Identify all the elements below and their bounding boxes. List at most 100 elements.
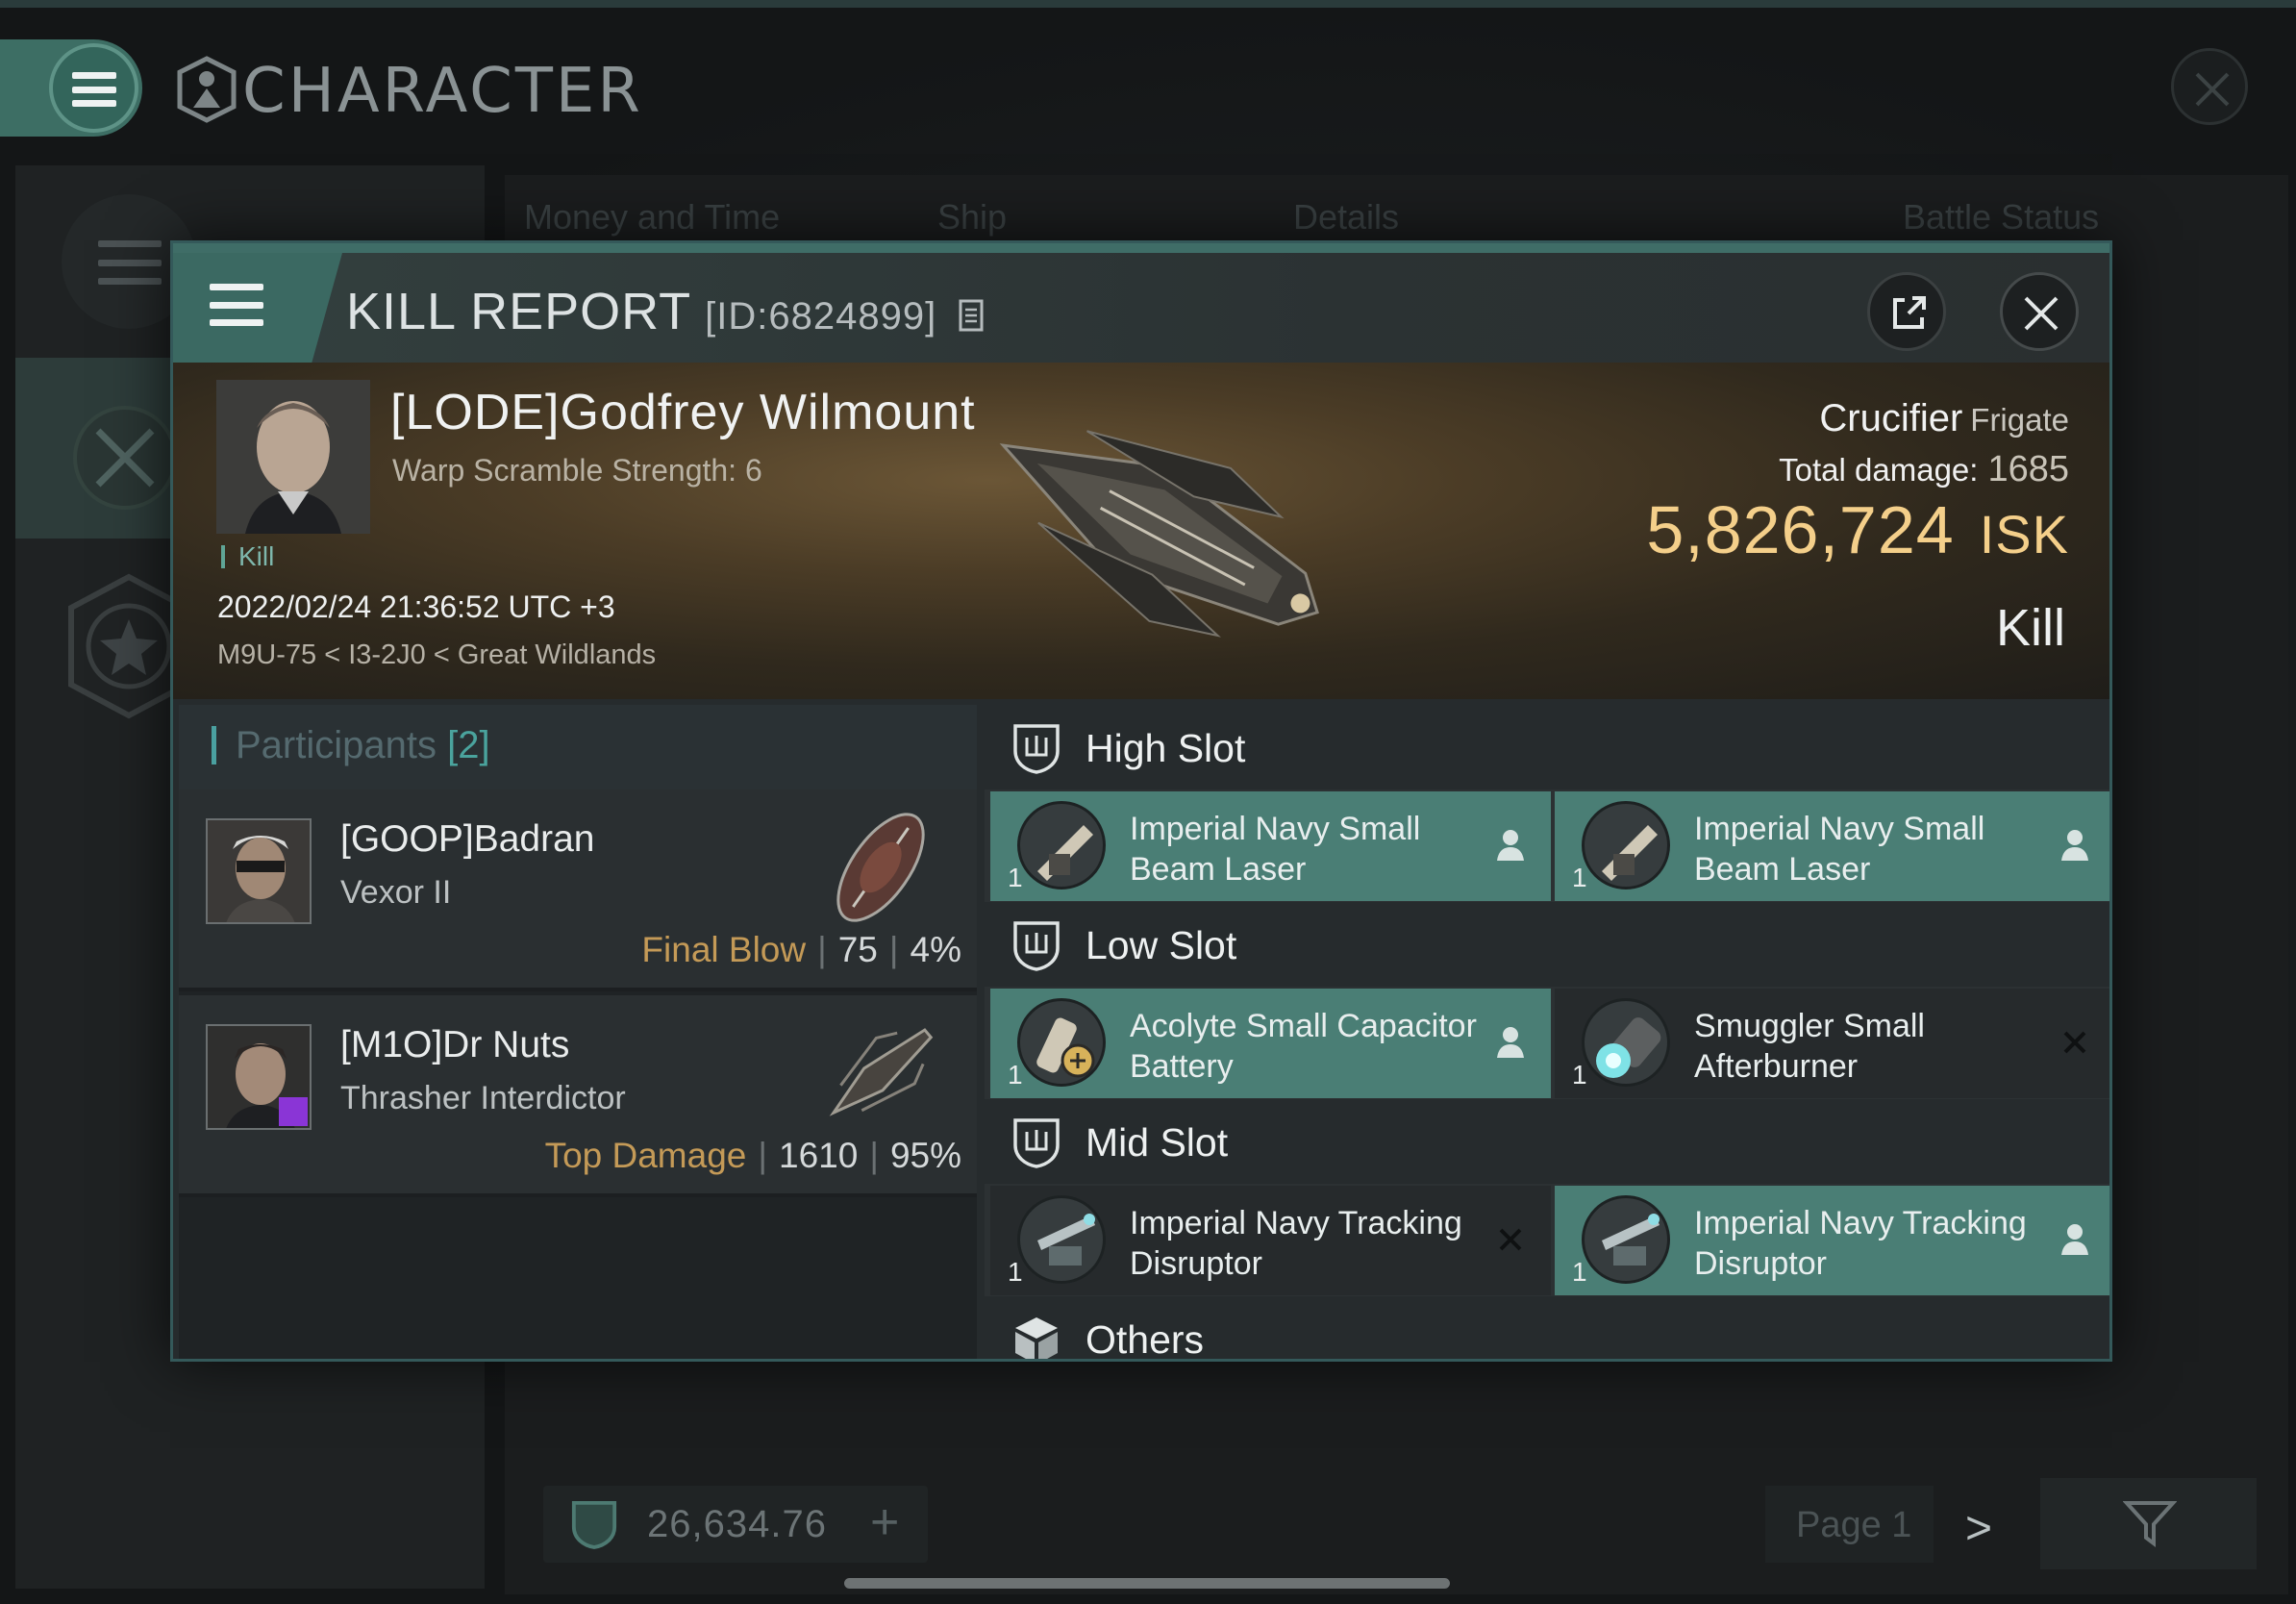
kill-tag: Kill — [221, 543, 274, 570]
copy-icon[interactable] — [958, 298, 985, 333]
x-mark-icon — [2063, 1031, 2086, 1054]
ship-name[interactable]: Crucifier — [1819, 397, 1962, 439]
person-icon — [1497, 1027, 1524, 1058]
avatar[interactable] — [206, 1024, 312, 1130]
participant-stats: Top Damage | 1610 | 95% — [544, 1136, 961, 1175]
page-indicator: Page 1 — [1765, 1486, 1934, 1563]
kill-report-title-text: KILL REPORT — [346, 283, 692, 340]
module-item[interactable]: 1 Imperial Navy Tracking Disruptor — [990, 1186, 1551, 1295]
shield-slot-icon — [571, 1500, 617, 1549]
participant-name[interactable]: [GOOP]Badran — [340, 818, 594, 861]
participant-row[interactable]: [GOOP]Badran Vexor II Final Blow | 75 | 4% — [179, 789, 977, 991]
screen-close-button[interactable] — [2171, 48, 2248, 125]
high-slot-header: High Slot — [985, 705, 2109, 789]
ship-type: Crucifier Frigate — [1819, 397, 2069, 440]
module-name: Imperial Navy Tracking Disruptor — [1694, 1205, 2027, 1282]
victim-ship-image — [999, 430, 1319, 638]
shield-slot-icon — [1013, 724, 1060, 774]
slot-label: Low Slot — [1086, 923, 1237, 967]
module-quantity: 1 — [1008, 1060, 1023, 1090]
tab-details[interactable]: Details — [1293, 197, 1399, 238]
module-quantity: 1 — [1572, 863, 1587, 892]
kill-report-header: KILL REPORT [ID:6824899] — [173, 243, 2109, 363]
kill-datetime: 2022/02/24 21:36:52 UTC +3 — [217, 589, 615, 624]
x-mark-icon — [1499, 1228, 1522, 1251]
share-button[interactable] — [1867, 272, 1946, 351]
module-quantity: 1 — [1572, 1060, 1587, 1090]
slot-label: Others — [1086, 1317, 1205, 1362]
tracking-disruptor-icon — [1017, 1195, 1106, 1284]
wallet-value: 26,634.76 — [647, 1503, 827, 1545]
kill-location[interactable]: M9U-75 < I3-2J0 < Great Wildlands — [217, 639, 656, 671]
person-icon — [1497, 830, 1524, 861]
participant-name[interactable]: [M1O]Dr Nuts — [340, 1024, 569, 1066]
slot-label: High Slot — [1086, 726, 1246, 770]
person-icon — [2061, 830, 2088, 861]
participants-header: Participants [2] — [179, 705, 977, 789]
participant-percent: 95% — [889, 1136, 961, 1175]
chevron-right-icon[interactable]: > — [1965, 1502, 1992, 1555]
module-name: Acolyte Small Capacitor Battery — [1130, 1008, 1477, 1085]
kill-report-dialog: KILL REPORT [ID:6824899] [LODE]Godfrey W… — [170, 240, 2112, 1362]
module-item[interactable]: 1 Imperial Navy Small Beam Laser — [990, 791, 1551, 901]
tab-battle-status[interactable]: Battle Status — [1903, 197, 2099, 238]
tab-money-and-time[interactable]: Money and Time — [524, 197, 780, 238]
others-header: Others — [985, 1296, 2109, 1362]
menu-icon — [210, 284, 263, 326]
avatar[interactable] — [206, 818, 312, 924]
capacitor-battery-icon — [1017, 998, 1106, 1087]
beam-laser-icon — [1017, 801, 1106, 890]
participant-ship-image — [829, 1028, 934, 1116]
kill-report-title: KILL REPORT [ID:6824899] — [346, 282, 985, 341]
total-damage-value: 1685 — [1987, 449, 2069, 489]
afterburner-icon — [1582, 998, 1670, 1087]
participant-percent: 4% — [910, 930, 961, 969]
module-name: Imperial Navy Tracking Disruptor — [1130, 1205, 1462, 1282]
crossed-swords-icon — [73, 406, 177, 510]
victim-name[interactable]: [LODE]Godfrey Wilmount — [390, 384, 976, 441]
top-divider — [0, 0, 2296, 8]
participant-stats: Final Blow | 75 | 4% — [641, 930, 961, 969]
page-label: Page 1 — [1796, 1505, 1912, 1545]
kill-report-menu-button[interactable] — [173, 253, 342, 363]
victim-portrait[interactable] — [216, 380, 370, 534]
module-item[interactable]: 1 Smuggler Small Afterburner — [1555, 989, 2109, 1098]
module-item[interactable]: 1 Imperial Navy Small Beam Laser — [1555, 791, 2109, 901]
participants-count: [2] — [447, 724, 490, 766]
module-item[interactable]: 1 Acolyte Small Capacitor Battery — [990, 989, 1551, 1098]
fittings-panel: High Slot 1 Imperial Navy Small Beam Las… — [985, 705, 2109, 1362]
module-quantity: 1 — [1572, 1257, 1587, 1287]
plus-icon[interactable]: + — [870, 1493, 899, 1551]
character-icon — [177, 56, 237, 123]
tab-ship[interactable]: Ship — [937, 197, 1007, 238]
filter-button[interactable] — [2040, 1478, 2257, 1569]
isk-unit: ISK — [1979, 504, 2069, 564]
person-icon — [2061, 1224, 2088, 1255]
filter-icon — [2123, 1501, 2177, 1547]
close-icon — [2195, 72, 2230, 107]
character-screen: CHARACTER Money and Time Ship Details Ba… — [0, 0, 2296, 1604]
module-name: Imperial Navy Small Beam Laser — [1130, 811, 1421, 888]
close-icon — [2024, 296, 2059, 331]
isk-amount: 5,826,724 — [1646, 492, 1955, 567]
close-button[interactable] — [2000, 272, 2079, 351]
main-menu-button[interactable] — [0, 39, 142, 137]
participant-damage: 75 — [837, 930, 878, 969]
purple-badge-icon — [279, 1097, 308, 1126]
result-label: Kill — [1995, 599, 2065, 657]
total-damage-label: Total damage: — [1779, 452, 1979, 488]
module-quantity: 1 — [1008, 1257, 1023, 1287]
module-item[interactable]: 1 Imperial Navy Tracking Disruptor — [1555, 1186, 2109, 1295]
participant-row[interactable]: [M1O]Dr Nuts Thrasher Interdictor Top Da… — [179, 995, 977, 1197]
module-name: Smuggler Small Afterburner — [1694, 1008, 1925, 1085]
participants-label: Participants — [236, 724, 437, 766]
cube-icon — [1015, 1317, 1058, 1359]
kill-report-id: [ID:6824899] — [705, 295, 937, 338]
horizontal-scrollbar[interactable] — [844, 1578, 1450, 1589]
mid-slot-header: Mid Slot — [985, 1099, 2109, 1184]
participant-damage: 1610 — [779, 1136, 859, 1175]
module-name: Imperial Navy Small Beam Laser — [1694, 811, 1985, 888]
menu-icon — [72, 72, 116, 107]
shield-slot-icon — [1013, 1118, 1060, 1168]
ship-class: Frigate — [1970, 402, 2069, 438]
